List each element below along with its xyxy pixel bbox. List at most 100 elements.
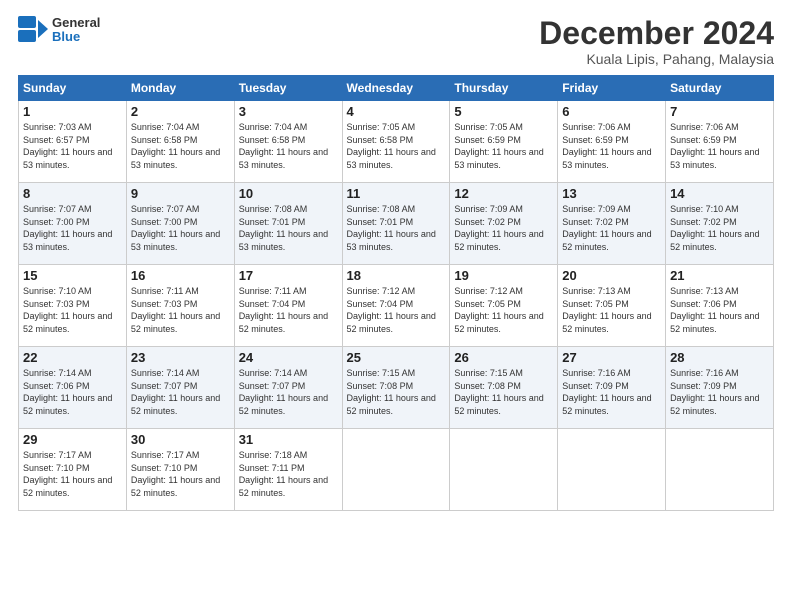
day-number: 12 xyxy=(454,186,553,201)
col-saturday: Saturday xyxy=(666,76,774,101)
cell-info: Sunrise: 7:15 AMSunset: 7:08 PMDaylight:… xyxy=(454,368,543,416)
day-number: 7 xyxy=(670,104,769,119)
day-number: 14 xyxy=(670,186,769,201)
table-row: 17 Sunrise: 7:11 AMSunset: 7:04 PMDayligh… xyxy=(234,265,342,347)
table-row: 18Sunrise: 7:12 AMSunset: 7:04 PMDayligh… xyxy=(342,265,450,347)
cell-info: Sunrise: 7:17 AMSunset: 7:10 PMDaylight:… xyxy=(131,450,220,498)
col-friday: Friday xyxy=(558,76,666,101)
table-row: 12 Sunrise: 7:09 AMSunset: 7:02 PMDayligh… xyxy=(450,183,558,265)
table-row: 27 Sunrise: 7:16 AMSunset: 7:09 PMDayligh… xyxy=(558,347,666,429)
day-number: 10 xyxy=(239,186,338,201)
cell-info: Sunrise: 7:08 AMSunset: 7:01 PMDaylight:… xyxy=(239,204,328,252)
logo-blue: Blue xyxy=(52,30,100,44)
table-row: 25 Sunrise: 7:15 AMSunset: 7:08 PMDayligh… xyxy=(342,347,450,429)
logo-wordmark: General Blue xyxy=(18,16,100,45)
header-row: Sunday Monday Tuesday Wednesday Thursday… xyxy=(19,76,774,101)
cell-info: Sunrise: 7:10 AMSunset: 7:02 PMDaylight:… xyxy=(670,204,759,252)
day-number: 17 xyxy=(239,268,338,283)
table-row xyxy=(450,429,558,511)
cell-info: Sunrise: 7:14 AMSunset: 7:06 PMDaylight:… xyxy=(23,368,112,416)
day-number: 19 xyxy=(454,268,553,283)
day-number: 16 xyxy=(131,268,230,283)
calendar-table: Sunday Monday Tuesday Wednesday Thursday… xyxy=(18,75,774,511)
week-row-4: 22 Sunrise: 7:14 AMSunset: 7:06 PMDayligh… xyxy=(19,347,774,429)
title-area: December 2024 Kuala Lipis, Pahang, Malay… xyxy=(539,16,774,67)
cell-info: Sunrise: 7:04 AMSunset: 6:58 PMDaylight:… xyxy=(239,122,328,170)
table-row: 6 Sunrise: 7:06 AMSunset: 6:59 PMDaylight… xyxy=(558,101,666,183)
cell-info: Sunrise: 7:16 AMSunset: 7:09 PMDaylight:… xyxy=(670,368,759,416)
day-number: 6 xyxy=(562,104,661,119)
table-row: 7 Sunrise: 7:06 AMSunset: 6:59 PMDaylight… xyxy=(666,101,774,183)
day-number: 9 xyxy=(131,186,230,201)
table-row: 31Sunrise: 7:18 AMSunset: 7:11 PMDayligh… xyxy=(234,429,342,511)
table-row: 22 Sunrise: 7:14 AMSunset: 7:06 PMDayligh… xyxy=(19,347,127,429)
table-row xyxy=(558,429,666,511)
col-monday: Monday xyxy=(126,76,234,101)
table-row: 2Sunrise: 7:04 AMSunset: 6:58 PMDaylight… xyxy=(126,101,234,183)
table-row xyxy=(342,429,450,511)
table-row: 29Sunrise: 7:17 AMSunset: 7:10 PMDayligh… xyxy=(19,429,127,511)
table-row: 9 Sunrise: 7:07 AMSunset: 7:00 PMDaylight… xyxy=(126,183,234,265)
cell-info: Sunrise: 7:11 AMSunset: 7:03 PMDaylight:… xyxy=(131,286,220,334)
cell-info: Sunrise: 7:06 AMSunset: 6:59 PMDaylight:… xyxy=(562,122,651,170)
table-row: 28Sunrise: 7:16 AMSunset: 7:09 PMDayligh… xyxy=(666,347,774,429)
table-row: 15 Sunrise: 7:10 AMSunset: 7:03 PMDayligh… xyxy=(19,265,127,347)
table-row: 8Sunrise: 7:07 AMSunset: 7:00 PMDaylight… xyxy=(19,183,127,265)
cell-info: Sunrise: 7:05 AMSunset: 6:59 PMDaylight:… xyxy=(454,122,543,170)
cell-info: Sunrise: 7:15 AMSunset: 7:08 PMDaylight:… xyxy=(347,368,436,416)
col-tuesday: Tuesday xyxy=(234,76,342,101)
table-row: 5 Sunrise: 7:05 AMSunset: 6:59 PMDaylight… xyxy=(450,101,558,183)
cell-info: Sunrise: 7:16 AMSunset: 7:09 PMDaylight:… xyxy=(562,368,651,416)
logo-svg xyxy=(18,16,48,42)
cell-info: Sunrise: 7:10 AMSunset: 7:03 PMDaylight:… xyxy=(23,286,112,334)
day-number: 23 xyxy=(131,350,230,365)
day-number: 29 xyxy=(23,432,122,447)
table-row: 3 Sunrise: 7:04 AMSunset: 6:58 PMDaylight… xyxy=(234,101,342,183)
day-number: 25 xyxy=(347,350,446,365)
day-number: 11 xyxy=(347,186,446,201)
day-number: 5 xyxy=(454,104,553,119)
day-number: 30 xyxy=(131,432,230,447)
cell-info: Sunrise: 7:09 AMSunset: 7:02 PMDaylight:… xyxy=(454,204,543,252)
day-number: 15 xyxy=(23,268,122,283)
day-number: 13 xyxy=(562,186,661,201)
day-number: 26 xyxy=(454,350,553,365)
cell-info: Sunrise: 7:03 AMSunset: 6:57 PMDaylight:… xyxy=(23,122,112,170)
day-number: 27 xyxy=(562,350,661,365)
table-row: 20 Sunrise: 7:13 AMSunset: 7:05 PMDayligh… xyxy=(558,265,666,347)
col-thursday: Thursday xyxy=(450,76,558,101)
table-row: 19 Sunrise: 7:12 AMSunset: 7:05 PMDayligh… xyxy=(450,265,558,347)
day-number: 20 xyxy=(562,268,661,283)
location: Kuala Lipis, Pahang, Malaysia xyxy=(539,51,774,67)
cell-info: Sunrise: 7:13 AMSunset: 7:05 PMDaylight:… xyxy=(562,286,651,334)
week-row-5: 29 Sunrise: 7:17 AMSunset: 7:10 PMDayligh… xyxy=(19,429,774,511)
cell-info: Sunrise: 7:13 AMSunset: 7:06 PMDaylight:… xyxy=(670,286,759,334)
day-number: 18 xyxy=(347,268,446,283)
table-row: 14 Sunrise: 7:10 AMSunset: 7:02 PMDayligh… xyxy=(666,183,774,265)
cell-info: Sunrise: 7:11 AMSunset: 7:04 PMDaylight:… xyxy=(239,286,328,334)
day-number: 8 xyxy=(23,186,122,201)
day-number: 1 xyxy=(23,104,122,119)
logo-general: General xyxy=(52,16,100,30)
week-row-1: 1 Sunrise: 7:03 AMSunset: 6:57 PMDaylight… xyxy=(19,101,774,183)
cell-info: Sunrise: 7:04 AMSunset: 6:58 PMDaylight:… xyxy=(131,122,220,170)
cell-info: Sunrise: 7:12 AMSunset: 7:05 PMDaylight:… xyxy=(454,286,543,334)
day-number: 24 xyxy=(239,350,338,365)
cell-info: Sunrise: 7:18 AMSunset: 7:11 PMDaylight:… xyxy=(239,450,328,498)
table-row: 1 Sunrise: 7:03 AMSunset: 6:57 PMDaylight… xyxy=(19,101,127,183)
week-row-3: 15 Sunrise: 7:10 AMSunset: 7:03 PMDayligh… xyxy=(19,265,774,347)
cell-info: Sunrise: 7:06 AMSunset: 6:59 PMDaylight:… xyxy=(670,122,759,170)
cell-info: Sunrise: 7:14 AMSunset: 7:07 PMDaylight:… xyxy=(131,368,220,416)
table-row: 21 Sunrise: 7:13 AMSunset: 7:06 PMDayligh… xyxy=(666,265,774,347)
logo: General Blue xyxy=(18,16,100,45)
cell-info: Sunrise: 7:08 AMSunset: 7:01 PMDaylight:… xyxy=(347,204,436,252)
cell-info: Sunrise: 7:07 AMSunset: 7:00 PMDaylight:… xyxy=(131,204,220,252)
day-number: 21 xyxy=(670,268,769,283)
table-row: 10 Sunrise: 7:08 AMSunset: 7:01 PMDayligh… xyxy=(234,183,342,265)
calendar-page: General Blue December 2024 Kuala Lipis, … xyxy=(0,0,792,612)
cell-info: Sunrise: 7:09 AMSunset: 7:02 PMDaylight:… xyxy=(562,204,651,252)
day-number: 22 xyxy=(23,350,122,365)
table-row: 30 Sunrise: 7:17 AMSunset: 7:10 PMDayligh… xyxy=(126,429,234,511)
col-wednesday: Wednesday xyxy=(342,76,450,101)
day-number: 3 xyxy=(239,104,338,119)
